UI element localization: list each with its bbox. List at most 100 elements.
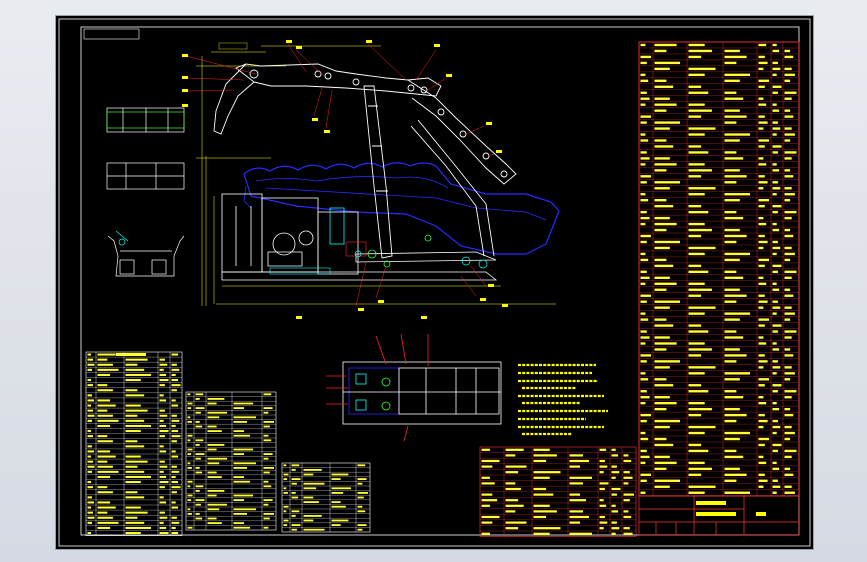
table-cell-text — [758, 473, 765, 477]
table-cell-text — [195, 457, 201, 460]
table-cell-text — [87, 486, 93, 489]
table-cell-text — [87, 394, 92, 397]
table-cell-text — [724, 258, 740, 262]
table-cell-text — [772, 479, 778, 482]
table-cell-text — [171, 404, 179, 407]
table-cell-text — [187, 462, 191, 465]
table-cell-text — [758, 485, 764, 488]
table-cell-text — [505, 521, 527, 524]
table-cell-text — [688, 169, 712, 172]
table-cell-text — [533, 448, 550, 451]
table-cell-text — [599, 527, 604, 530]
table-cell-text — [688, 294, 702, 297]
table-cell-text — [303, 468, 322, 471]
table-cell-text — [758, 145, 765, 148]
table-cell-text — [772, 73, 777, 77]
table-cell-text — [569, 454, 583, 457]
table-cell-text — [784, 169, 791, 172]
base-chassis — [221, 193, 498, 281]
table-cell-text — [784, 372, 795, 375]
table-cell-text — [688, 390, 709, 393]
table-cell-text — [724, 55, 747, 59]
table-cell-text — [640, 318, 649, 321]
table-cell-text — [724, 294, 747, 297]
table-cell-text — [758, 360, 768, 363]
table-cell-text — [784, 348, 791, 351]
table-cell-text — [87, 506, 91, 509]
table-cell-text — [758, 139, 769, 142]
table-cell-text — [688, 407, 712, 411]
table-cell-text — [640, 97, 650, 100]
table-cell-text — [207, 457, 227, 460]
table-cell-text — [207, 517, 217, 520]
drawing-sheet — [55, 15, 814, 550]
table-cell-text — [758, 366, 764, 369]
table-cell-text — [784, 318, 791, 321]
table-cell-text — [654, 348, 667, 351]
table-cell-text — [640, 342, 646, 345]
table-cell-text — [187, 466, 192, 469]
table-cell-text — [640, 419, 647, 423]
table-cell-text — [724, 175, 747, 178]
table-cell-text — [640, 378, 649, 381]
table-cell-text — [688, 85, 702, 88]
table-cell-text — [688, 348, 712, 351]
table-cell-text — [87, 470, 92, 473]
table-cell-text — [505, 454, 516, 457]
table-cell-text — [724, 193, 750, 196]
table-cell-text — [233, 466, 247, 469]
table-cell-text — [291, 478, 301, 481]
table-cell-text — [640, 354, 651, 357]
table-cell-text — [195, 471, 203, 474]
table-cell-text — [654, 419, 680, 423]
table-cell-text — [758, 234, 765, 238]
table-cell-text — [125, 516, 138, 519]
table-cell-text — [87, 450, 94, 453]
table-cell-text — [688, 324, 702, 327]
table-cell-text — [233, 508, 256, 511]
table-cell-text — [654, 169, 667, 172]
table-cell-text — [207, 494, 217, 497]
table-cell-text — [784, 336, 792, 339]
table-cell-text — [195, 489, 200, 492]
table-cell-text — [758, 97, 764, 100]
table-cell-text — [207, 411, 227, 414]
table-cell-text — [357, 482, 363, 485]
table-cell-text — [654, 396, 670, 399]
table-cell-text — [654, 264, 674, 268]
table-cell-text — [784, 294, 794, 297]
table-cell-text — [207, 503, 227, 506]
table-cell-text — [640, 312, 646, 315]
table-cell-text — [654, 121, 680, 124]
table-cell-text — [640, 216, 650, 220]
table-cell-text — [87, 445, 92, 448]
table-cell-text — [654, 61, 680, 65]
table-cell-text — [283, 519, 289, 522]
table-cell-text — [724, 97, 744, 100]
table-cell-text — [125, 521, 145, 524]
table-cell-text — [688, 467, 712, 471]
table-cell-text — [688, 204, 702, 208]
table-cell-text — [758, 103, 767, 106]
table-cell-text — [640, 139, 649, 142]
table-cell-text — [784, 330, 797, 333]
table-cell-text — [654, 85, 674, 88]
table-cell-text — [159, 460, 165, 463]
table-cell-text — [125, 532, 141, 535]
table-cell-text — [207, 425, 217, 428]
table-cell-text — [87, 353, 91, 356]
table-cell-text — [97, 389, 113, 392]
canopy-outline — [243, 162, 560, 255]
table-cell-text — [505, 510, 516, 513]
table-cell-text — [357, 510, 366, 513]
table-cell-text — [533, 471, 561, 474]
table-cell-text — [233, 420, 247, 423]
table-cell-text — [772, 181, 778, 184]
table-cell-text — [159, 470, 164, 473]
table-cell-text — [159, 475, 167, 478]
table-cell-text — [688, 210, 709, 214]
table-cell-text — [125, 470, 145, 473]
table-cell-text — [263, 411, 269, 414]
table-cell-text — [195, 512, 200, 515]
table-cell-text — [758, 222, 767, 226]
